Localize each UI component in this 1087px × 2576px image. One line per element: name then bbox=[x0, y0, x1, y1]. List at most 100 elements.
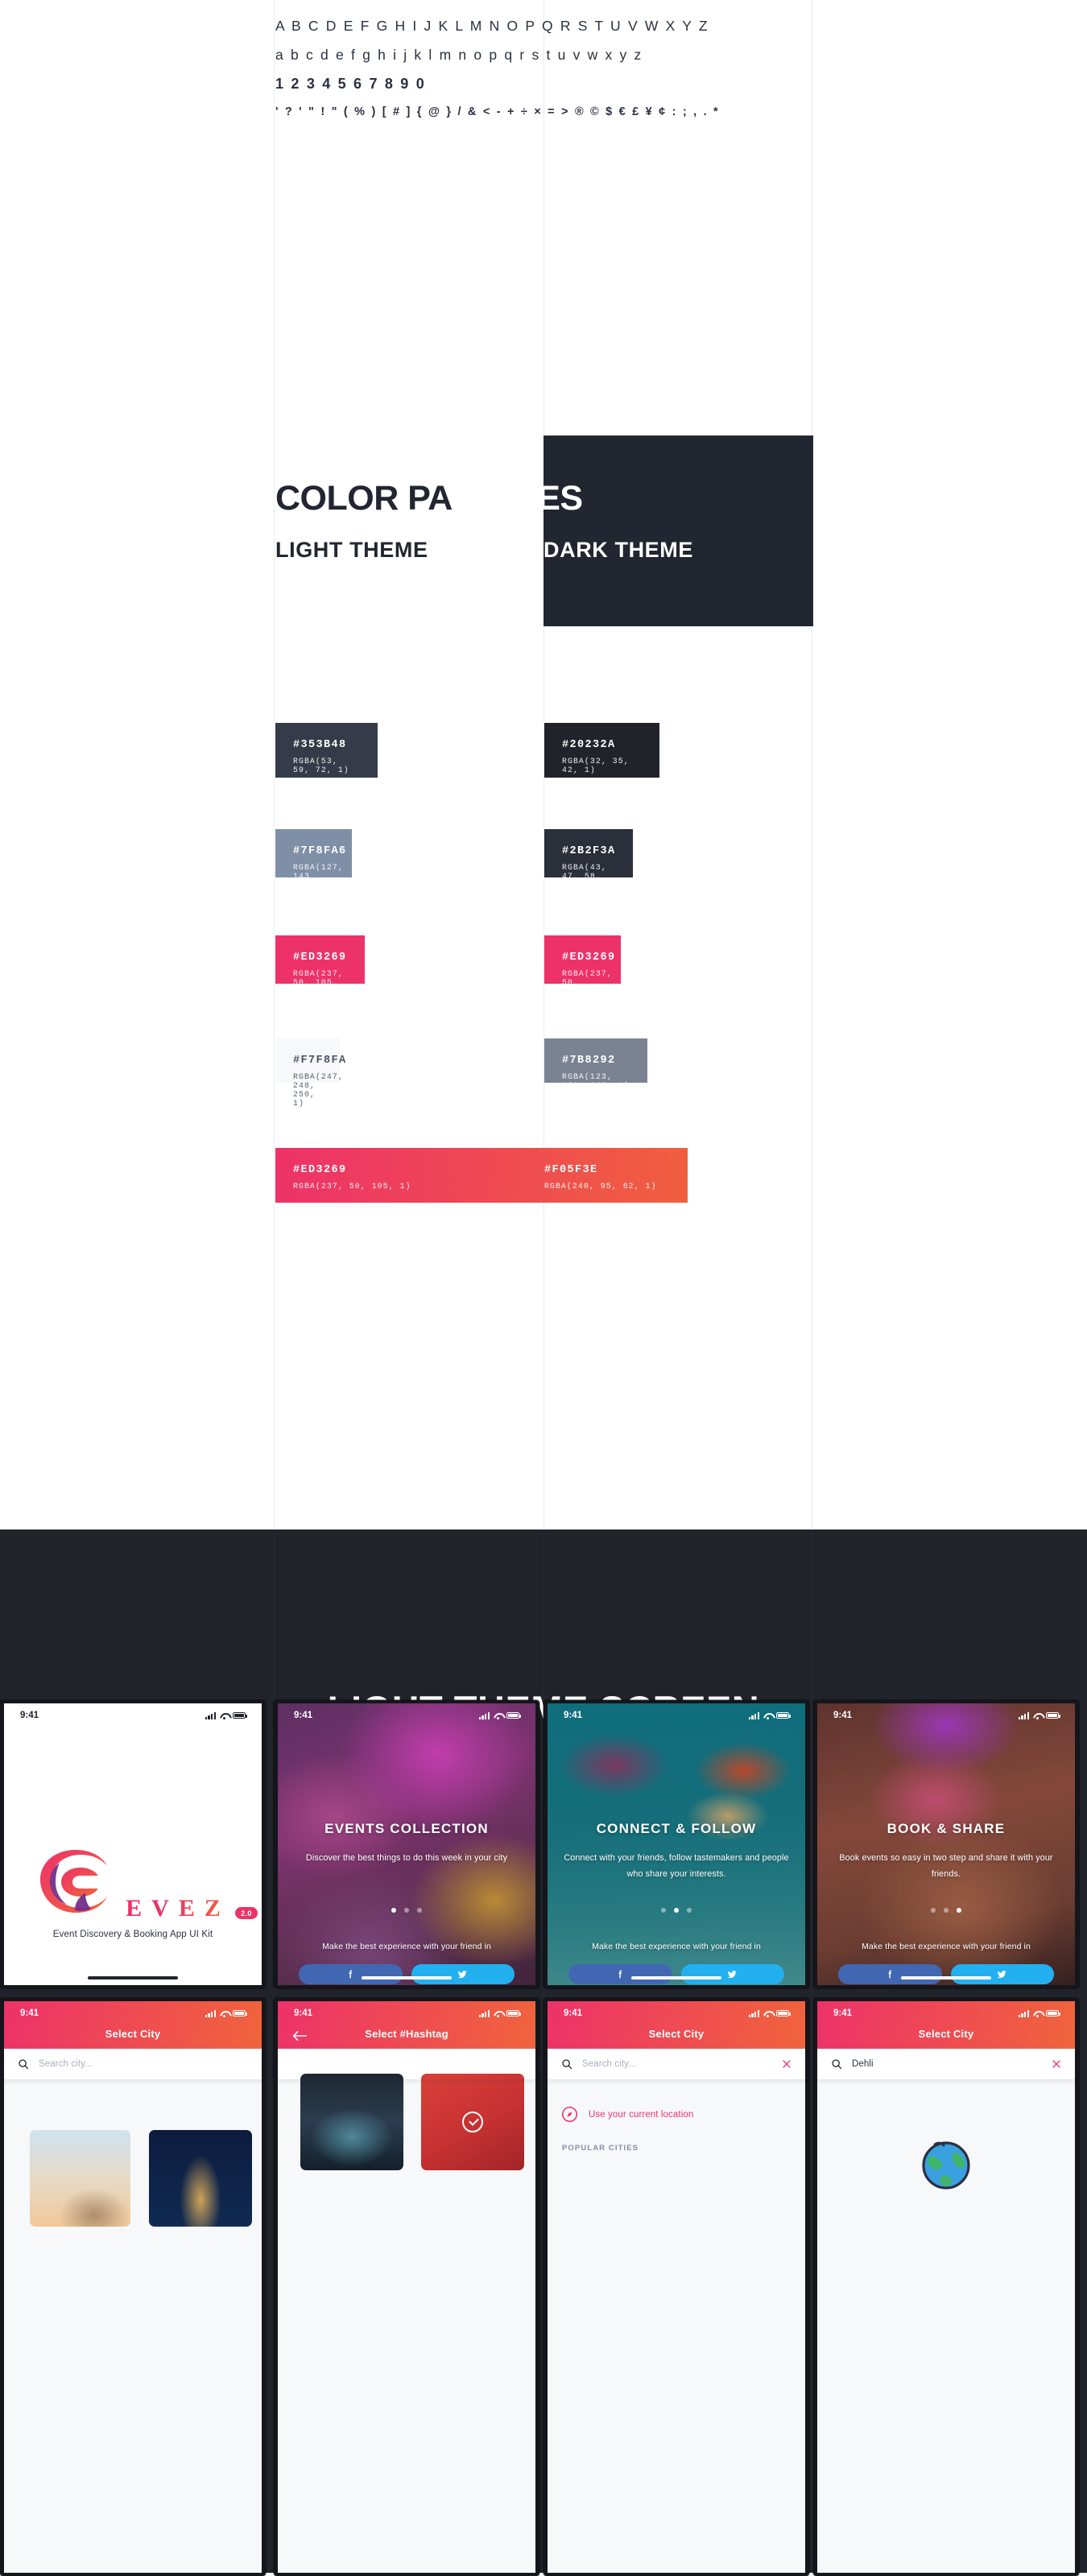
phone-mockup-city-1: 9:41 Select City Search city... bbox=[0, 1998, 266, 2576]
app-bar: 9:41 Select #Hashtag bbox=[278, 2001, 535, 2049]
pagination-dot[interactable] bbox=[404, 1908, 409, 1913]
content-shadow bbox=[817, 2079, 1075, 2085]
battery-icon bbox=[776, 1711, 791, 1719]
pagination-dot[interactable] bbox=[957, 1908, 961, 1913]
color-swatch: #ED3269 RGBA(237, 50, 105, 1) bbox=[275, 935, 365, 996]
search-input[interactable]: Search city... bbox=[39, 2059, 248, 2069]
hashtag-tile[interactable] bbox=[300, 2074, 403, 2170]
status-bar-time: 9:41 bbox=[20, 2008, 39, 2018]
pagination-dot[interactable] bbox=[674, 1908, 679, 1913]
typography-symbols-row: ' ? ' " ! " ( % ) [ # ] { @ } / & < - + … bbox=[275, 105, 720, 118]
onboarding-footer-text: Make the best experience with your frien… bbox=[592, 1942, 761, 1951]
clear-search-icon[interactable] bbox=[1052, 2059, 1061, 2069]
phone-mockup-splash: 9:41 EVEZ 2.0 Event Discovery & Booking App… bbox=[0, 1700, 266, 1988]
typography-lowercase-row: a b c d e f g h i j k l m n o p q r s t … bbox=[275, 47, 643, 63]
brand-wordmark: EVEZ 2.0 bbox=[116, 1895, 258, 1922]
use-current-location-row[interactable]: Use your current location bbox=[561, 2106, 693, 2123]
wifi-icon bbox=[763, 2010, 772, 2017]
swatch-hex-value: #F7F8FA bbox=[293, 1055, 347, 1067]
color-swatch: #353B48 RGBA(53, 59, 72, 1) bbox=[275, 723, 378, 778]
onboarding-pagination-dots[interactable] bbox=[548, 1908, 805, 1913]
search-bar[interactable]: Dehli bbox=[817, 2049, 1075, 2079]
status-bar-time: 9:41 bbox=[833, 2008, 853, 2018]
color-swatch: #F7F8FA RGBA(247, 248, 250, 1) bbox=[275, 1038, 347, 1108]
pagination-dot[interactable] bbox=[931, 1908, 936, 1913]
facebook-icon bbox=[618, 1970, 622, 1979]
app-bar-title: Select City bbox=[918, 2028, 974, 2040]
status-bar: 9:41 bbox=[4, 1703, 262, 1728]
dark-theme-backdrop bbox=[544, 436, 813, 626]
screen-content-background bbox=[548, 2079, 805, 2573]
status-bar: 9:41 bbox=[278, 2001, 535, 2025]
pagination-dot[interactable] bbox=[391, 1908, 396, 1913]
phone-mockup-city-2: 9:41 Select #Hashtag bbox=[274, 1998, 539, 2576]
gradient-swatch: #ED3269 RGBA(237, 50, 105, 1) #F05F3E RGBA(… bbox=[275, 1148, 688, 1203]
layout-guide-line bbox=[274, 0, 275, 1530]
city-tile[interactable] bbox=[30, 2130, 130, 2227]
pagination-dot[interactable] bbox=[944, 1908, 949, 1913]
cellular-signal-icon bbox=[205, 2009, 216, 2017]
twitter-icon bbox=[727, 1971, 738, 1979]
swatch-hex-value: #20232A bbox=[562, 739, 616, 751]
app-bar-title: Select #Hashtag bbox=[365, 2028, 448, 2040]
twitter-login-button[interactable] bbox=[680, 1964, 784, 1984]
search-input[interactable]: Dehli bbox=[852, 2059, 1042, 2069]
pagination-dot[interactable] bbox=[661, 1908, 666, 1913]
cellular-signal-icon bbox=[205, 1711, 216, 1719]
phone-mockup-onboarding-1: 9:41 EVENTS COLLECTION Discover the best t… bbox=[274, 1700, 539, 1988]
app-bar: 9:41 Select City bbox=[4, 2001, 262, 2049]
gradient-start-stop: #ED3269 RGBA(237, 50, 105, 1) bbox=[293, 1148, 411, 1191]
typography-specimen: A B C D E F G H I J K L M N O P Q R S T … bbox=[275, 11, 807, 126]
search-icon bbox=[562, 2059, 572, 2070]
color-swatch: #7B8292 RGBA(123, 130, 146, 1) bbox=[544, 1038, 647, 1090]
battery-icon bbox=[1046, 2009, 1060, 2017]
search-bar[interactable]: Search city... bbox=[4, 2049, 262, 2079]
status-bar-time: 9:41 bbox=[294, 2008, 313, 2018]
onboarding-description: Connect with your friends, follow tastem… bbox=[564, 1853, 789, 1879]
pagination-dot[interactable] bbox=[687, 1908, 692, 1913]
twitter-login-button[interactable] bbox=[411, 1964, 515, 1984]
clear-search-icon[interactable] bbox=[782, 2059, 791, 2069]
facebook-login-button[interactable] bbox=[299, 1964, 403, 1984]
home-indicator bbox=[88, 1976, 178, 1979]
app-bar-title: Select City bbox=[648, 2028, 705, 2040]
swatch-hex-value: #ED3269 bbox=[562, 952, 616, 964]
color-swatch: #2B2F3A RGBA(43, 47, 58, 1) bbox=[544, 829, 633, 890]
search-bar[interactable]: Search city... bbox=[548, 2049, 805, 2079]
content-shadow bbox=[4, 2079, 262, 2085]
typography-uppercase-row: A B C D E F G H I J K L M N O P Q R S T … bbox=[275, 18, 709, 34]
phone-mockup-onboarding-3: 9:41 BOOK & SHARE Book events so easy in t… bbox=[813, 1700, 1079, 1988]
wifi-icon bbox=[1033, 2010, 1042, 2017]
onboarding-pagination-dots[interactable] bbox=[817, 1908, 1075, 1913]
hashtag-tile-selected[interactable] bbox=[421, 2074, 524, 2170]
social-login-row bbox=[299, 1964, 515, 1984]
phone-mockup-city-4: 9:41 Select City Dehli bbox=[813, 1998, 1079, 2576]
twitter-login-button[interactable] bbox=[950, 1964, 1054, 1984]
status-bar-time: 9:41 bbox=[564, 1711, 583, 1720]
swatch-rgba-value: RGBA(32, 35, 42, 1) bbox=[562, 757, 630, 774]
swatch-hex-value: #353B48 bbox=[293, 739, 347, 751]
wifi-icon bbox=[763, 1712, 772, 1719]
dark-theme-label: DARK THEME bbox=[544, 538, 693, 562]
popular-cities-header: POPULAR CITIES bbox=[562, 2144, 639, 2153]
app-bar-title: Select City bbox=[105, 2028, 161, 2040]
battery-icon bbox=[1046, 1711, 1060, 1719]
swatch-rgba-value: RGBA(237, 50, 105, 1) bbox=[293, 969, 344, 996]
facebook-login-button[interactable] bbox=[838, 1964, 942, 1984]
wifi-icon bbox=[220, 2010, 229, 2017]
search-input[interactable]: Search city... bbox=[582, 2059, 772, 2069]
social-login-row bbox=[838, 1964, 1054, 1984]
phone-mockup-onboarding-2: 9:41 CONNECT & FOLLOW Connect with your fr… bbox=[544, 1700, 809, 1988]
cellular-signal-icon bbox=[1018, 1711, 1029, 1719]
app-tagline: Event Discovery & Booking App UI Kit bbox=[52, 1930, 213, 1939]
swatch-hex-value: #ED3269 bbox=[293, 1164, 347, 1176]
pagination-dot[interactable] bbox=[417, 1908, 422, 1913]
onboarding-description: Book events so easy in two step and shar… bbox=[839, 1853, 1053, 1879]
onboarding-pagination-dots[interactable] bbox=[278, 1908, 535, 1913]
facebook-login-button[interactable] bbox=[568, 1964, 672, 1984]
search-icon bbox=[832, 2059, 842, 2070]
battery-icon bbox=[233, 1711, 247, 1719]
selected-check-icon bbox=[462, 2112, 483, 2132]
city-tile[interactable] bbox=[149, 2130, 252, 2227]
cellular-signal-icon bbox=[478, 2009, 490, 2017]
